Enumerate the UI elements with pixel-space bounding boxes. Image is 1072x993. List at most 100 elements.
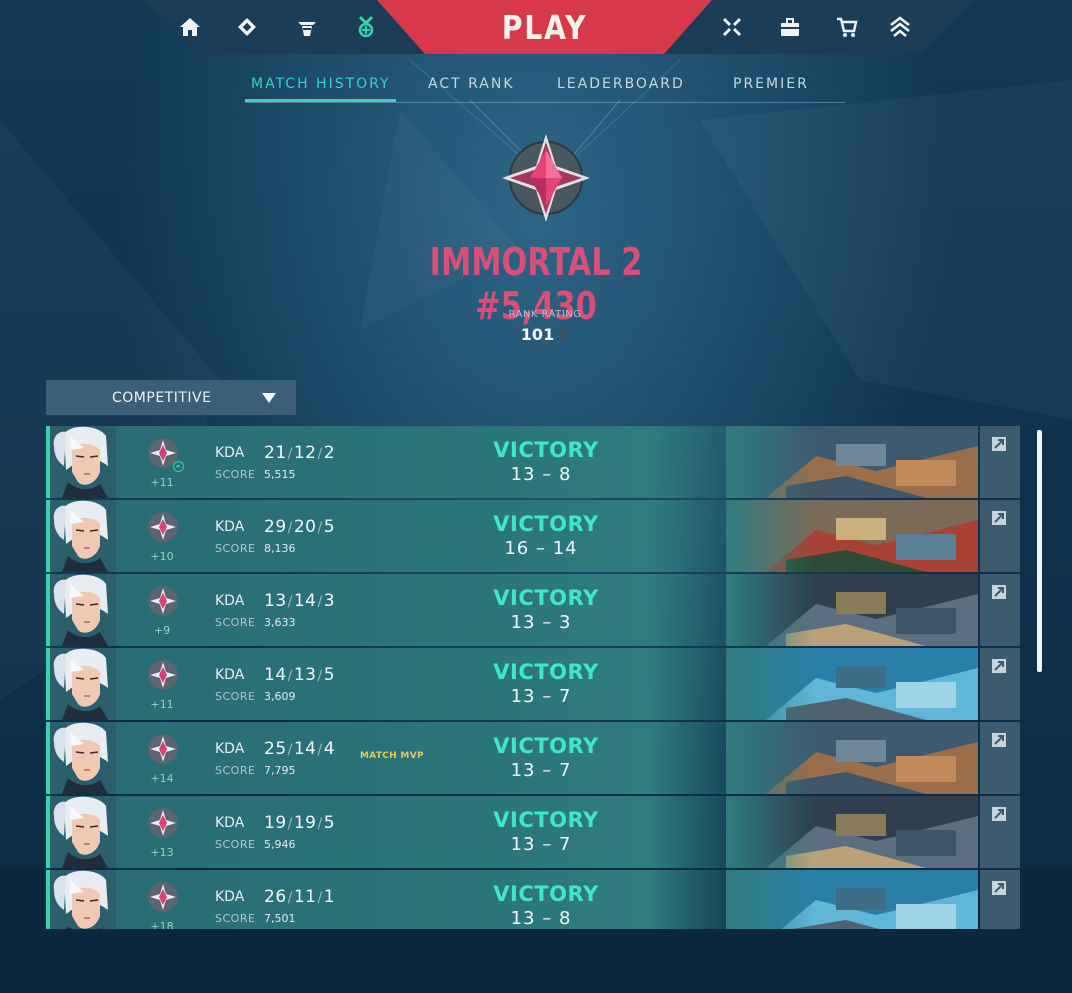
map-thumbnail — [726, 648, 978, 720]
assists: 4 — [323, 739, 336, 759]
kda-label: KDA — [215, 741, 245, 757]
score-value: 8,136 — [264, 542, 296, 555]
expand-match-button[interactable] — [980, 796, 1020, 868]
match-mvp-badge: MATCH MVP — [360, 751, 424, 761]
kda-label: KDA — [215, 667, 245, 683]
expand-match-button[interactable] — [980, 648, 1020, 720]
queue-filter-dropdown[interactable]: COMPETITIVE — [46, 380, 296, 415]
tab-premier[interactable]: PREMIER — [733, 76, 809, 92]
kda-value: 13/14/3 — [264, 591, 336, 611]
rr-change: +11 — [150, 698, 174, 711]
rank-icon[interactable] — [885, 12, 915, 42]
kda-value: 25/14/4 — [264, 739, 336, 759]
rank-rating-number: 101 — [520, 325, 555, 344]
match-result: VICTORY — [493, 586, 599, 610]
score-label: SCORE — [215, 468, 256, 481]
home-icon[interactable] — [175, 12, 205, 42]
immortal-rank-icon — [502, 134, 590, 222]
map-thumbnail — [726, 722, 978, 794]
deaths: 11 — [293, 887, 317, 907]
expand-match-button[interactable] — [980, 870, 1020, 929]
round-score: 13 – 3 — [510, 612, 572, 633]
rr-change: +13 — [150, 846, 174, 859]
score-label: SCORE — [215, 690, 256, 703]
tab-leaderboard[interactable]: LEADERBOARD — [557, 76, 685, 92]
round-score: 13 – 7 — [510, 686, 572, 707]
round-score: 16 – 14 — [504, 538, 578, 559]
kills: 29 — [264, 517, 287, 537]
battlepass-icon[interactable] — [717, 12, 747, 42]
match-result: VICTORY — [493, 734, 599, 758]
match-row[interactable]: +18 KDA 26/11/1 SCORE 7,501 VICTORY 13 –… — [46, 870, 1020, 929]
tab-match-history[interactable]: MATCH HISTORY — [251, 76, 391, 92]
rank-emblem-icon — [148, 808, 178, 838]
rank-emblem-icon — [148, 586, 178, 616]
kills: 25 — [264, 739, 287, 759]
expand-match-button[interactable] — [980, 574, 1020, 646]
expand-match-button[interactable] — [980, 426, 1020, 498]
rank-emblem-icon — [148, 882, 178, 912]
kda-value: 29/20/5 — [264, 517, 336, 537]
agent-portrait — [50, 648, 116, 720]
agent-portrait — [50, 500, 116, 572]
kda-value: 19/19/5 — [264, 813, 336, 833]
career-icon[interactable] — [232, 12, 262, 42]
match-row[interactable]: +11 KDA 14/13/5 SCORE 3,609 VICTORY 13 –… — [46, 648, 1020, 720]
match-result: VICTORY — [493, 660, 599, 684]
match-history-list[interactable]: +11 KDA 21/12/2 SCORE 5,515 VICTORY 13 –… — [46, 426, 1020, 929]
map-thumbnail — [726, 870, 978, 929]
kda-value: 21/12/2 — [264, 443, 336, 463]
kda-value: 26/11/1 — [264, 887, 336, 907]
top-navigation: PLAY — [0, 0, 1072, 56]
active-tab-indicator — [245, 99, 396, 102]
tab-act-rank[interactable]: ACT RANK — [428, 76, 515, 92]
locker-icon[interactable] — [775, 12, 805, 42]
score-label: SCORE — [215, 764, 256, 777]
play-button[interactable]: PLAY — [400, 0, 688, 54]
tab-bar: MATCH HISTORY ACT RANK LEADERBOARD PREMI… — [245, 70, 845, 103]
kills: 19 — [264, 813, 287, 833]
rank-rating-label: RANK RATING — [508, 309, 582, 320]
score-label: SCORE — [215, 616, 256, 629]
collection-icon[interactable] — [351, 12, 381, 42]
rank-emblem-icon — [148, 734, 178, 764]
score-label: SCORE — [215, 912, 256, 925]
expand-icon — [992, 437, 1006, 451]
map-thumbnail — [726, 796, 978, 868]
expand-match-button[interactable] — [980, 722, 1020, 794]
queue-filter-value: COMPETITIVE — [112, 389, 212, 406]
assists: 5 — [323, 517, 336, 537]
agent-portrait — [50, 870, 116, 929]
rr-change: +11 — [150, 476, 174, 489]
deaths: 19 — [293, 813, 317, 833]
expand-icon — [992, 733, 1006, 747]
round-score: 13 – 8 — [510, 908, 572, 929]
match-row[interactable]: +9 KDA 13/14/3 SCORE 3,633 VICTORY 13 – … — [46, 574, 1020, 646]
assists: 5 — [323, 813, 336, 833]
match-result: VICTORY — [493, 512, 599, 536]
kills: 26 — [264, 887, 287, 907]
rr-change: +14 — [150, 772, 174, 785]
match-row[interactable]: +14 KDA 25/14/4 SCORE 7,795 MATCH MVP VI… — [46, 722, 1020, 794]
agents-icon[interactable] — [292, 12, 322, 42]
match-row[interactable]: +10 KDA 29/20/5 SCORE 8,136 VICTORY 16 –… — [46, 500, 1020, 572]
agent-portrait — [50, 722, 116, 794]
match-row[interactable]: +11 KDA 21/12/2 SCORE 5,515 VICTORY 13 –… — [46, 426, 1020, 498]
assists: 5 — [323, 665, 336, 685]
rr-change: +10 — [150, 550, 174, 563]
rr-shield-icon — [559, 330, 570, 341]
agent-portrait — [50, 426, 116, 498]
match-row[interactable]: +13 KDA 19/19/5 SCORE 5,946 VICTORY 13 –… — [46, 796, 1020, 868]
store-icon[interactable] — [832, 12, 862, 42]
deaths: 14 — [293, 739, 317, 759]
expand-icon — [992, 807, 1006, 821]
scrollbar-thumb[interactable] — [1037, 430, 1042, 672]
match-result: VICTORY — [493, 438, 599, 462]
match-result: VICTORY — [493, 808, 599, 832]
expand-match-button[interactable] — [980, 500, 1020, 572]
agent-portrait — [50, 574, 116, 646]
deaths: 13 — [293, 665, 317, 685]
deaths: 12 — [293, 443, 317, 463]
deaths: 14 — [293, 591, 317, 611]
score-label: SCORE — [215, 542, 256, 555]
